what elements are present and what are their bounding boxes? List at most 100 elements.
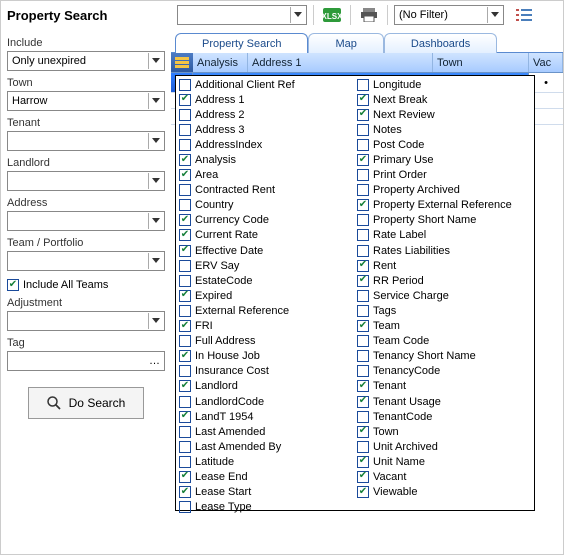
tab-dashboards[interactable]: Dashboards <box>384 33 497 53</box>
column-option[interactable]: Unit Archived <box>355 439 533 454</box>
column-option[interactable]: Vacant <box>355 469 533 484</box>
column-option[interactable]: Contracted Rent <box>177 183 355 198</box>
column-option[interactable]: Post Code <box>355 137 533 152</box>
column-option[interactable]: Unit Name <box>355 454 533 469</box>
column-option[interactable]: Tenancy Short Name <box>355 349 533 364</box>
checkbox-icon <box>179 365 191 377</box>
column-option[interactable]: Rate Label <box>355 228 533 243</box>
column-option[interactable]: Landlord <box>177 379 355 394</box>
include-label: Include <box>7 37 165 49</box>
column-option[interactable]: Tenant Usage <box>355 394 533 409</box>
include-all-teams-checkbox[interactable]: Include All Teams <box>7 279 165 291</box>
divider <box>387 5 388 25</box>
column-option[interactable]: Last Amended <box>177 424 355 439</box>
column-option[interactable]: LandT 1954 <box>177 409 355 424</box>
checkbox-icon <box>179 124 191 136</box>
column-option[interactable]: FRI <box>177 319 355 334</box>
column-option[interactable]: Team <box>355 319 533 334</box>
checkbox-icon <box>179 441 191 453</box>
column-option[interactable]: RR Period <box>355 273 533 288</box>
column-option[interactable]: Lease Start <box>177 485 355 500</box>
tag-picker[interactable]: … <box>7 351 165 371</box>
column-option[interactable]: Country <box>177 198 355 213</box>
filter-combo[interactable]: (No Filter) <box>394 5 504 25</box>
column-option[interactable]: ERV Say <box>177 258 355 273</box>
column-option[interactable]: Property Short Name <box>355 213 533 228</box>
column-option[interactable]: Lease End <box>177 469 355 484</box>
col-town[interactable]: Town <box>433 53 529 72</box>
column-option[interactable]: AddressIndex <box>177 137 355 152</box>
checkbox-icon <box>179 79 191 91</box>
list-view-button[interactable] <box>512 4 536 26</box>
team-combo[interactable] <box>7 251 165 271</box>
quick-search-combo[interactable] <box>177 5 307 25</box>
checkbox-icon <box>179 411 191 423</box>
column-option[interactable]: TenancyCode <box>355 364 533 379</box>
checkbox-icon <box>179 501 191 513</box>
checkbox-icon <box>357 79 369 91</box>
column-option[interactable]: LandlordCode <box>177 394 355 409</box>
col-vacant[interactable]: Vac <box>529 53 563 72</box>
column-option[interactable]: Last Amended By <box>177 439 355 454</box>
team-label: Team / Portfolio <box>7 237 165 249</box>
column-option[interactable]: Effective Date <box>177 243 355 258</box>
column-option[interactable]: Notes <box>355 122 533 137</box>
column-option-label: FRI <box>195 320 213 332</box>
column-option[interactable]: Longitude <box>355 77 533 92</box>
column-option[interactable]: Next Break <box>355 92 533 107</box>
landlord-combo[interactable] <box>7 171 165 191</box>
address-combo[interactable] <box>7 211 165 231</box>
column-chooser-button[interactable] <box>171 53 193 72</box>
col-analysis[interactable]: Analysis <box>193 53 248 72</box>
excel-export-button[interactable]: XLSX <box>320 4 344 26</box>
column-option[interactable]: Primary Use <box>355 152 533 167</box>
print-button[interactable] <box>357 4 381 26</box>
column-option[interactable]: TenantCode <box>355 409 533 424</box>
column-option[interactable]: Full Address <box>177 334 355 349</box>
town-combo[interactable]: Harrow <box>7 91 165 111</box>
column-option[interactable]: Tenant <box>355 379 533 394</box>
column-option[interactable]: Currency Code <box>177 213 355 228</box>
column-option[interactable]: EstateCode <box>177 273 355 288</box>
column-option[interactable]: Rates Liabilities <box>355 243 533 258</box>
column-option[interactable]: External Reference <box>177 303 355 318</box>
column-option[interactable]: Expired <box>177 288 355 303</box>
column-option[interactable]: Area <box>177 168 355 183</box>
column-option[interactable]: Analysis <box>177 152 355 167</box>
column-option[interactable]: Address 1 <box>177 92 355 107</box>
column-option-label: Next Review <box>373 109 435 121</box>
column-option[interactable]: Property Archived <box>355 183 533 198</box>
tab-property-search[interactable]: Property Search <box>175 33 308 53</box>
column-option[interactable]: Address 3 <box>177 122 355 137</box>
column-option[interactable]: Team Code <box>355 334 533 349</box>
col-address1[interactable]: Address 1 <box>248 53 433 72</box>
tab-map[interactable]: Map <box>308 33 383 53</box>
column-option-label: Service Charge <box>373 290 449 302</box>
column-option[interactable]: Service Charge <box>355 288 533 303</box>
column-option[interactable]: In House Job <box>177 349 355 364</box>
column-option[interactable]: Lease Type <box>177 500 355 515</box>
column-option[interactable]: Insurance Cost <box>177 364 355 379</box>
adjustment-combo[interactable] <box>7 311 165 331</box>
column-option[interactable]: Current Rate <box>177 228 355 243</box>
column-option[interactable]: Tags <box>355 303 533 318</box>
include-all-teams-label: Include All Teams <box>23 279 108 291</box>
column-option-label: Rate Label <box>373 229 426 241</box>
do-search-button[interactable]: Do Search <box>28 387 145 419</box>
column-option[interactable]: Rent <box>355 258 533 273</box>
column-option[interactable]: Town <box>355 424 533 439</box>
checkbox-icon <box>179 199 191 211</box>
column-option[interactable]: Latitude <box>177 454 355 469</box>
column-option[interactable]: Additional Client Ref <box>177 77 355 92</box>
grid-header: Analysis Address 1 Town Vac <box>171 53 563 73</box>
column-option-label: Vacant <box>373 471 406 483</box>
svg-text:XLSX: XLSX <box>323 12 341 21</box>
include-combo[interactable]: Only unexpired <box>7 51 165 71</box>
column-option[interactable]: Viewable <box>355 485 533 500</box>
column-option[interactable]: Next Review <box>355 107 533 122</box>
tenant-combo[interactable] <box>7 131 165 151</box>
column-option[interactable]: Property External Reference <box>355 198 533 213</box>
column-option-label: In House Job <box>195 350 260 362</box>
column-option[interactable]: Print Order <box>355 168 533 183</box>
column-option[interactable]: Address 2 <box>177 107 355 122</box>
